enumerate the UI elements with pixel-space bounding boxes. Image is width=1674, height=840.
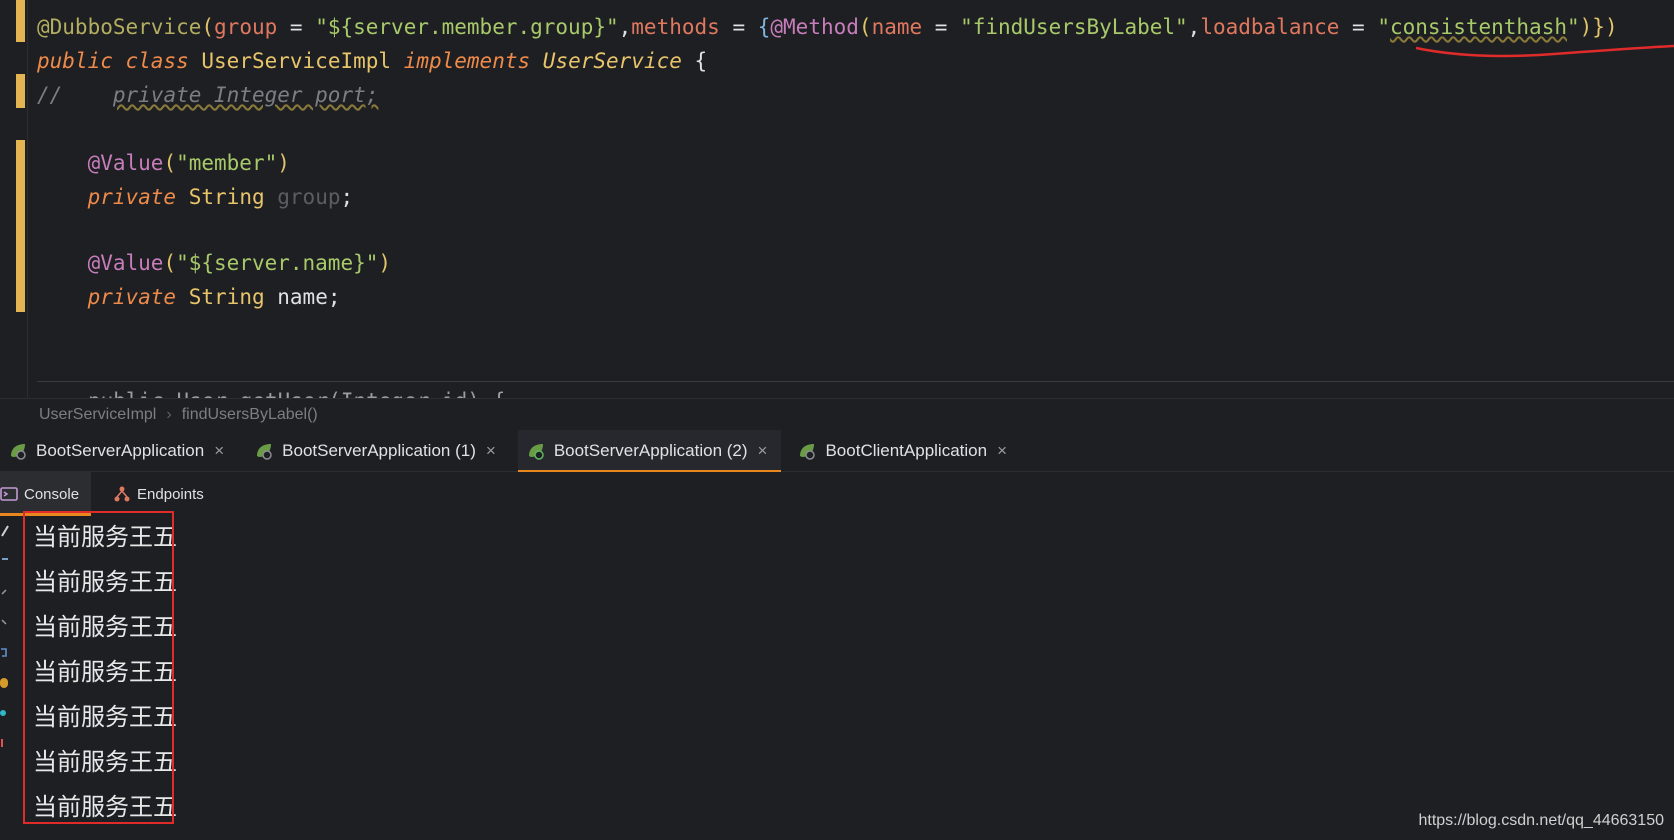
highlight-box: [23, 511, 174, 824]
code-line-dubbo-service: @DubboService(group = "${server.member.g…: [37, 15, 1618, 39]
code-line-value-member: @Value("member"): [87, 151, 290, 175]
tab-console[interactable]: Console: [0, 472, 92, 516]
red-annotation-underline: [1415, 44, 1674, 58]
arrow-up-icon[interactable]: [0, 556, 10, 570]
settings-icon[interactable]: [0, 706, 10, 720]
code-line-class-decl: public class UserServiceImpl implements …: [37, 49, 708, 73]
breadcrumb-class[interactable]: UserServiceImpl: [39, 406, 156, 424]
console-icon: [0, 487, 18, 501]
method-separator: [37, 381, 1674, 382]
breadcrumb: UserServiceImpl › findUsersByLabel(): [0, 398, 1674, 430]
tab-label: BootServerApplication (1): [282, 441, 476, 460]
spring-boot-icon: [11, 444, 26, 460]
tab-endpoints-label: Endpoints: [137, 485, 204, 503]
chevron-up-icon[interactable]: [0, 586, 10, 600]
chevron-down-icon[interactable]: [0, 616, 10, 630]
tab-endpoints[interactable]: Endpoints: [105, 472, 214, 516]
spring-boot-icon: [257, 444, 272, 460]
tab-boot-client-application[interactable]: BootClientApplication ×: [789, 430, 1021, 472]
code-line-value-server-name: @Value("${server.name}"): [87, 251, 392, 275]
breadcrumb-method[interactable]: findUsersByLabel(): [182, 406, 318, 424]
run-tabs-bar: BootServerApplication × BootServerApplic…: [0, 430, 1674, 473]
code-line-name-field: private String name;: [87, 285, 341, 309]
code-line-comment: // private Integer port;: [37, 83, 379, 107]
tab-boot-server-application-2[interactable]: BootServerApplication (2) ×: [517, 430, 782, 473]
tab-boot-server-application-1[interactable]: BootServerApplication (1) ×: [246, 430, 510, 472]
loadbalance-value: consistenthash: [1389, 15, 1567, 39]
tab-boot-server-application[interactable]: BootServerApplication ×: [0, 430, 238, 472]
tab-console-label: Console: [24, 485, 80, 503]
gutter-separator: [27, 0, 28, 398]
pin-icon[interactable]: [0, 524, 10, 538]
soft-wrap-icon[interactable]: [0, 646, 10, 660]
trash-icon[interactable]: [0, 736, 10, 750]
console-side-toolbar: [0, 516, 14, 840]
spring-boot-icon: [800, 444, 816, 460]
change-marker: [16, 140, 25, 312]
spring-boot-running-icon: [528, 444, 544, 460]
breadcrumb-separator: ›: [166, 405, 172, 423]
close-icon[interactable]: ×: [214, 441, 224, 461]
console-toolbar: Console Endpoints: [0, 472, 1674, 516]
tab-label: BootClientApplication: [825, 441, 988, 460]
change-marker: [16, 74, 25, 108]
tab-label: BootServerApplication: [36, 441, 205, 460]
endpoints-icon: [114, 486, 130, 502]
print-icon[interactable]: [0, 676, 10, 690]
close-icon[interactable]: ×: [997, 441, 1007, 461]
change-marker: [16, 0, 25, 42]
close-icon[interactable]: ×: [486, 441, 496, 461]
tab-label: BootServerApplication (2): [553, 441, 748, 460]
code-line-cutoff: public User getUser(Integer id) {: [88, 384, 505, 398]
code-editor[interactable]: @DubboService(group = "${server.member.g…: [0, 0, 1674, 398]
watermark: https://blog.csdn.net/qq_44663150: [1418, 812, 1664, 829]
close-icon[interactable]: ×: [758, 441, 768, 461]
code-line-group-field: private String group;: [87, 185, 354, 209]
